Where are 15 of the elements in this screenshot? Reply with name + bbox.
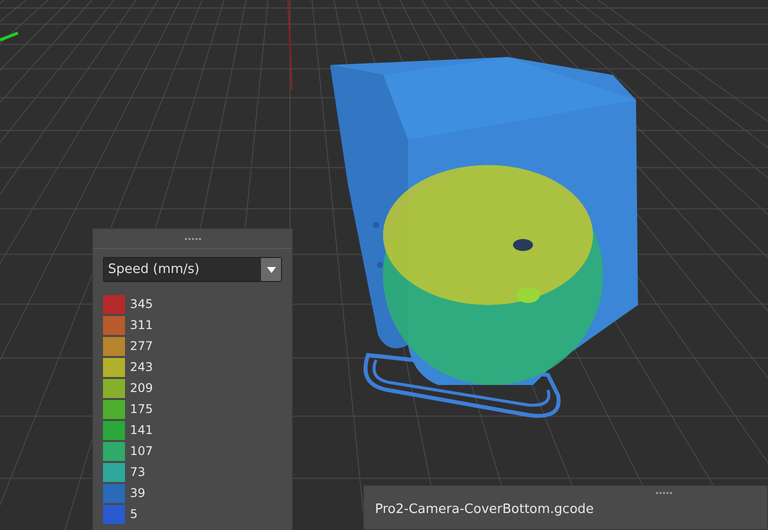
legend-value: 5	[130, 506, 138, 523]
legend-value: 277	[130, 338, 153, 355]
legend-value: 345	[130, 296, 153, 313]
caret-icon	[266, 266, 276, 272]
file-name: Pro2-Camera-CoverBottom.gcode	[374, 501, 595, 519]
legend-value: 243	[130, 359, 153, 376]
legend-value: 209	[130, 380, 153, 397]
legend-value: 175	[130, 401, 153, 418]
color-scheme-dropdown[interactable]: Speed (mm/s)	[103, 257, 282, 282]
legend-value: 39	[130, 485, 146, 502]
x-axis-line	[0, 30, 20, 42]
legend-value: 73	[130, 464, 146, 481]
legend-value: 141	[130, 422, 153, 439]
legend-value: 107	[130, 443, 153, 460]
legend-value: 311	[130, 317, 153, 334]
